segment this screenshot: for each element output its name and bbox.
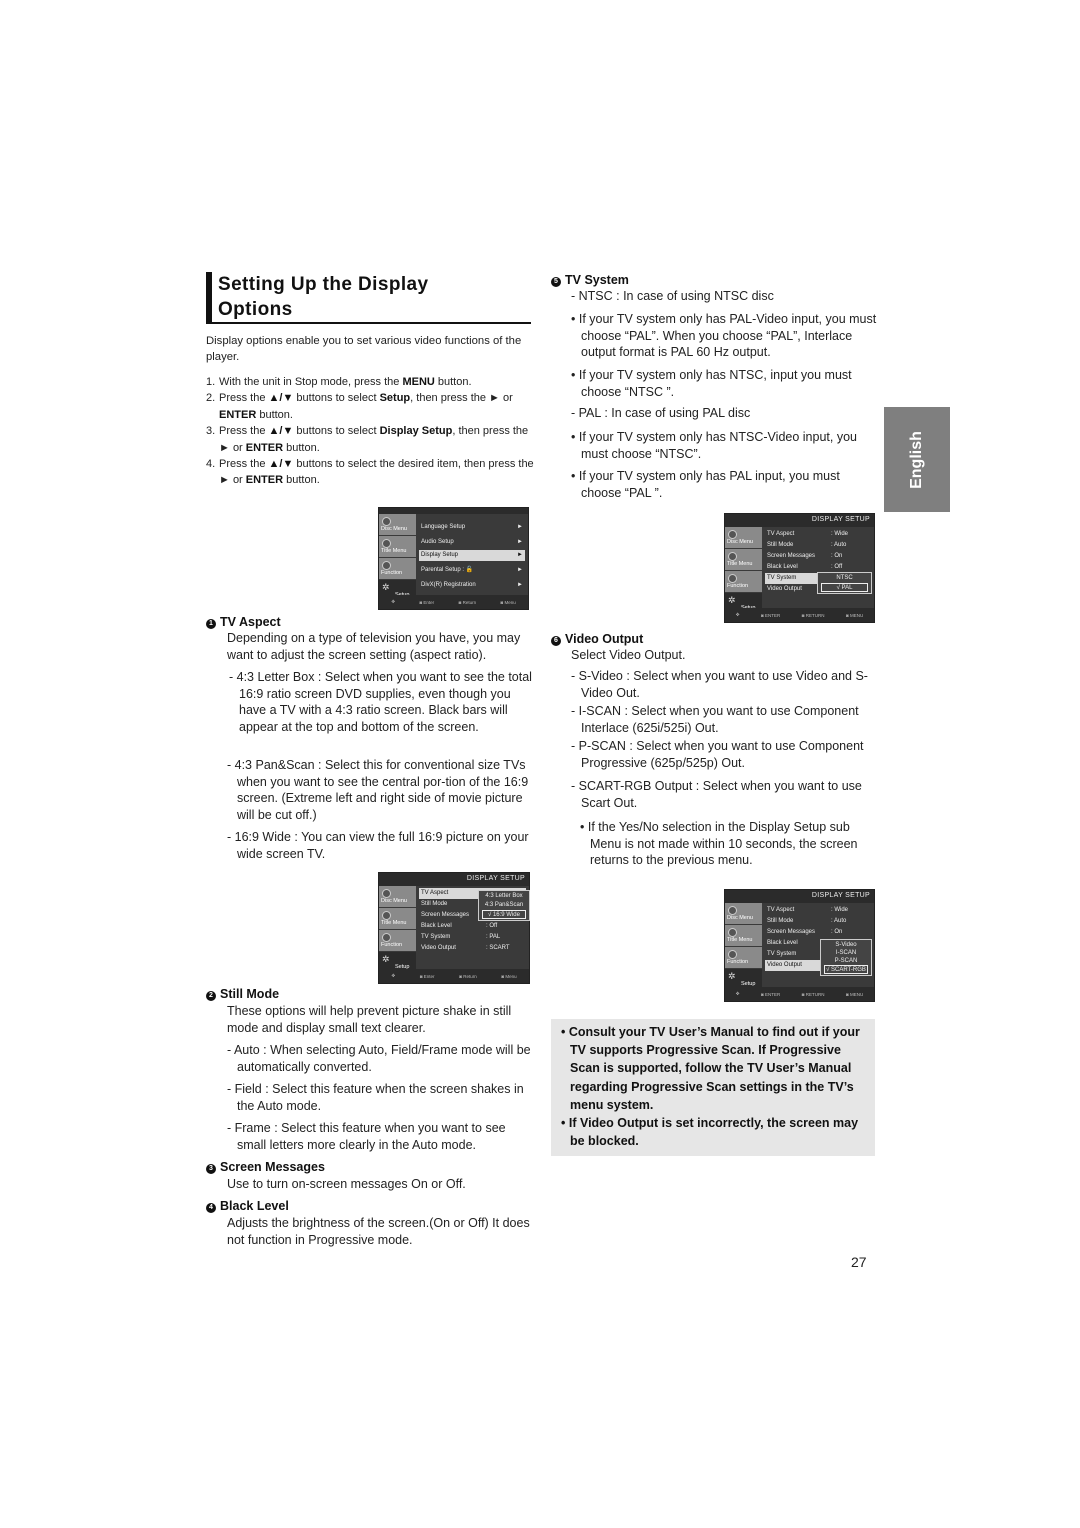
arrow-right-icon: ► xyxy=(517,538,523,545)
black-level-desc: Adjusts the brightness of the screen.(On… xyxy=(227,1216,530,1247)
gear-icon: ✲ xyxy=(382,582,390,592)
title-icon xyxy=(382,539,391,548)
osd-item-language-setup: Language Setup ► xyxy=(419,520,525,535)
tv-system-pal-note-2: • If your TV system only has PAL input, … xyxy=(571,469,840,500)
intro-text: Display options enable you to set variou… xyxy=(206,335,522,363)
nav-pad-icon: ✥ xyxy=(391,973,396,978)
osd-item-parental-setup: Parental Setup : 🔓 ► xyxy=(419,563,525,578)
tv-system-pal: - PAL : In case of using PAL disc xyxy=(571,406,751,420)
video-output-desc: Select Video Output. xyxy=(571,648,686,662)
gear-icon: ✲ xyxy=(728,595,736,605)
osd-popup-tv-system: NTSC √ PAL xyxy=(817,572,872,594)
step-2: 2. Press the ▲/▼ buttons to select Setup… xyxy=(206,392,513,421)
title-accent-bar xyxy=(206,272,212,322)
step-4: 4. Press the ▲/▼ buttons to select the d… xyxy=(206,458,534,487)
tv-aspect-option-letterbox: - 4:3 Letter Box : Select when you want … xyxy=(229,670,532,734)
osd-footer: ✥ ◙ Enter ◙ Return ◙ Menu xyxy=(379,595,528,609)
function-icon xyxy=(382,933,391,942)
arrow-right-icon: ► xyxy=(517,567,523,573)
page-number: 27 xyxy=(851,1254,867,1270)
still-mode-option-frame: - Frame : Select this feature when you w… xyxy=(227,1121,506,1152)
screen-messages-desc: Use to turn on-screen messages On or Off… xyxy=(227,1177,466,1191)
note-progressive-scan: • Consult your TV User’s Manual to find … xyxy=(561,1025,860,1112)
step-3: 3. Press the ▲/▼ buttons to select Displ… xyxy=(206,425,529,454)
title-icon xyxy=(728,552,737,561)
osd-header-title: DISPLAY SETUP xyxy=(379,873,529,886)
function-icon xyxy=(728,574,737,583)
disc-icon xyxy=(382,517,391,526)
video-output-pscan: - P-SCAN : Select when you want to use C… xyxy=(571,739,864,770)
note-box: • Consult your TV User’s Manual to find … xyxy=(551,1019,875,1156)
tv-system-ntsc-note-2: • If your TV system only has NTSC, input… xyxy=(571,368,852,399)
osd-tab-function: Function xyxy=(379,558,416,580)
title-icon xyxy=(382,911,391,920)
still-mode-desc: These options will help prevent picture … xyxy=(227,1004,512,1035)
tv-aspect-option-wide: - 16:9 Wide : You can view the full 16:9… xyxy=(227,830,529,861)
video-output-iscan: - I-SCAN : Select when you want to use C… xyxy=(571,704,859,735)
nav-pad-icon: ✥ xyxy=(735,991,740,996)
tv-aspect-option-panscan: - 4:3 Pan&Scan : Select this for convent… xyxy=(227,758,529,822)
osd-display-setup-aspect: DISPLAY SETUP Disc Menu Title Menu Funct… xyxy=(378,872,530,984)
tv-system-ntsc: - NTSC : In case of using NTSC disc xyxy=(571,289,774,303)
disc-icon xyxy=(382,889,391,898)
page-title-line-1: Setting Up the Display xyxy=(218,274,429,295)
gear-icon: ✲ xyxy=(728,971,736,981)
section-heading-screen-messages: 3 Screen Messages xyxy=(206,1160,325,1174)
gear-icon: ✲ xyxy=(382,954,390,964)
still-mode-option-field: - Field : Select this feature when the s… xyxy=(227,1082,524,1113)
osd-item-divx-registration: DivX(R) Registration ► xyxy=(419,578,525,593)
section-heading-video-output: 6 Video Output xyxy=(551,632,643,646)
function-icon xyxy=(728,950,737,959)
video-output-svideo: - S-Video : Select when you want to use … xyxy=(571,669,868,700)
arrow-right-icon: ► xyxy=(517,552,523,558)
osd-popup-video-output: S-Video I-SCAN P-SCAN √ SCART-RGB xyxy=(820,939,872,976)
page-title: Setting Up the Display Options xyxy=(206,272,531,324)
osd-item-audio-setup: Audio Setup ► xyxy=(419,535,525,550)
nav-pad-icon: ✥ xyxy=(391,599,395,604)
video-output-scart-rgb: - SCART-RGB Output : Select when you wan… xyxy=(571,779,862,810)
osd-popup-aspect: 4:3 Letter Box 4:3 Pan&Scan √ 16:9 Wide xyxy=(478,890,530,921)
title-icon xyxy=(728,928,737,937)
disc-icon xyxy=(728,530,737,539)
osd-display-setup-video-output: DISPLAY SETUP Disc Menu Title Menu Funct… xyxy=(724,889,875,1002)
page-title-line-2: Options xyxy=(218,299,293,320)
nav-pad-icon: ✥ xyxy=(735,612,740,617)
steps-list: 1. With the unit in Stop mode, press the… xyxy=(206,374,536,489)
arrow-right-icon: ► xyxy=(517,524,523,530)
osd-setup-menu: Disc Menu Title Menu Function ✲Setup Lan… xyxy=(378,507,529,610)
tv-system-pal-note-1: • If your TV system only has NTSC-Video … xyxy=(571,430,857,461)
video-output-timeout-note: • If the Yes/No selection in the Display… xyxy=(580,820,858,867)
still-mode-option-auto: - Auto : When selecting Auto, Field/Fram… xyxy=(227,1043,531,1074)
lock-icon: 🔓 xyxy=(465,567,474,573)
section-heading-black-level: 4 Black Level xyxy=(206,1199,289,1213)
step-1: 1. With the unit in Stop mode, press the… xyxy=(206,376,472,388)
section-heading-tv-aspect: 1 TV Aspect xyxy=(206,615,281,629)
section-heading-still-mode: 2 Still Mode xyxy=(206,987,279,1001)
osd-tab-disc-menu: Disc Menu xyxy=(379,514,416,536)
note-video-output-warning: • If Video Output is set incorrectly, th… xyxy=(561,1116,859,1149)
tv-aspect-desc: Depending on a type of television you ha… xyxy=(227,631,521,662)
disc-icon xyxy=(728,906,737,915)
language-tab: English xyxy=(884,407,950,512)
section-heading-tv-system: 5 TV System xyxy=(551,273,629,287)
osd-item-display-setup: Display Setup ► xyxy=(419,550,525,561)
arrow-right-icon: ► xyxy=(517,581,523,588)
osd-display-setup-tv-system: DISPLAY SETUP Disc Menu Title Menu Funct… xyxy=(724,513,875,623)
osd-tab-title-menu: Title Menu xyxy=(379,536,416,558)
function-icon xyxy=(382,561,391,570)
tv-system-ntsc-note-1: • If your TV system only has PAL-Video i… xyxy=(571,312,877,359)
